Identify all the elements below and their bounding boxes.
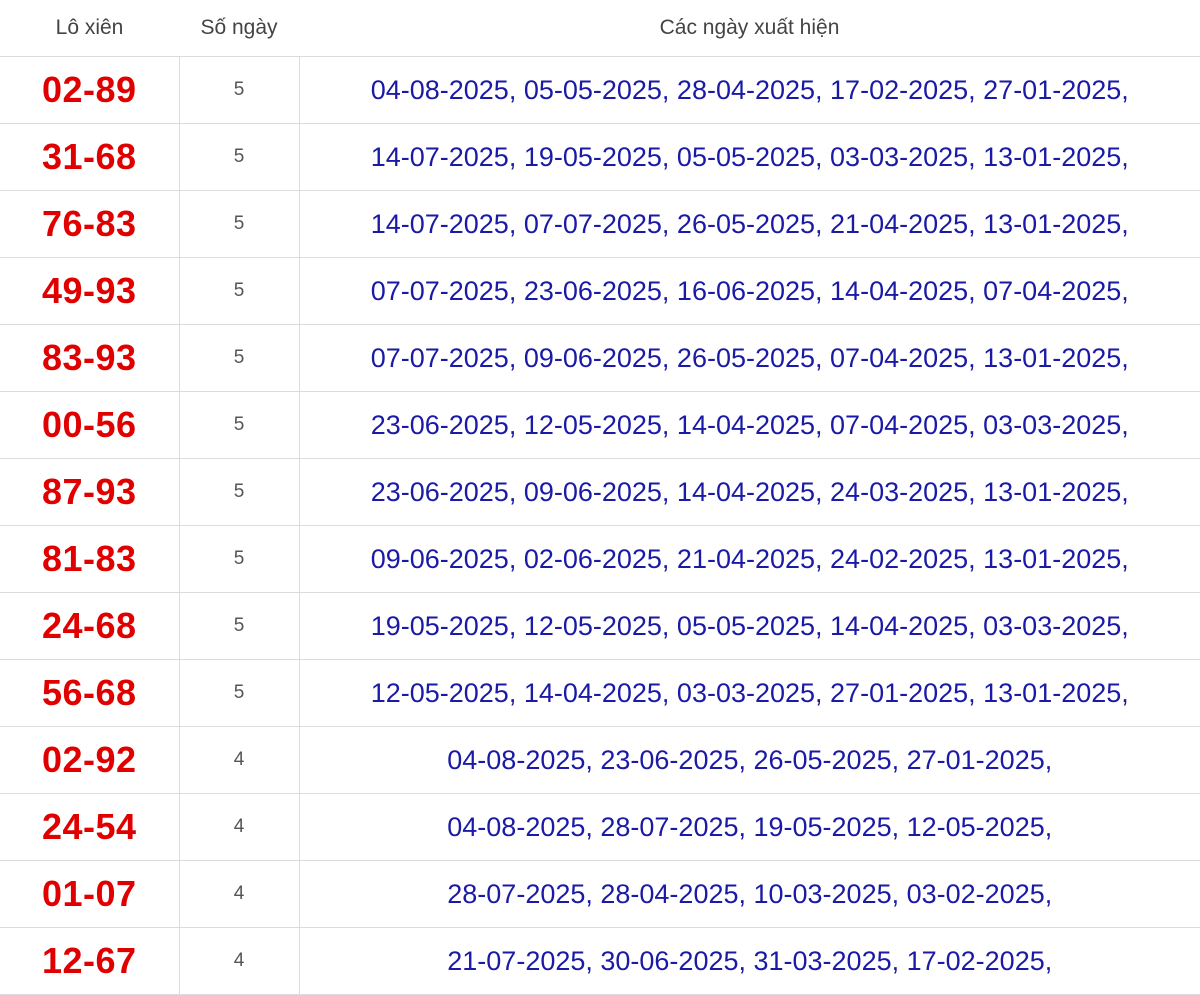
table-row: 24-68 5 19-05-2025, 12-05-2025, 05-05-2025…: [0, 592, 1200, 660]
count-cell: 5: [178, 525, 299, 593]
dates-cell: 04-08-2025, 05-05-2025, 28-04-2025, 17-0…: [298, 56, 1200, 124]
count-cell: 4: [178, 860, 299, 928]
dates-cell: 14-07-2025, 19-05-2025, 05-05-2025, 03-0…: [298, 123, 1200, 191]
pair-cell: 01-07: [0, 860, 179, 928]
header-pair: Lô xiên: [0, 0, 179, 57]
pair-cell: 02-89: [0, 56, 179, 124]
table-row: 87-93 5 23-06-2025, 09-06-2025, 14-04-2025…: [0, 458, 1200, 526]
table-row: 01-07 4 28-07-2025, 28-04-2025, 10-03-2025…: [0, 860, 1200, 928]
dates-cell: 14-07-2025, 07-07-2025, 26-05-2025, 21-0…: [298, 190, 1200, 258]
dates-cell: 23-06-2025, 12-05-2025, 14-04-2025, 07-0…: [298, 391, 1200, 459]
dates-cell: 23-06-2025, 09-06-2025, 14-04-2025, 24-0…: [298, 458, 1200, 526]
dates-cell: 07-07-2025, 23-06-2025, 16-06-2025, 14-0…: [298, 257, 1200, 325]
count-cell: 5: [178, 324, 299, 392]
count-cell: 5: [178, 592, 299, 660]
count-cell: 5: [178, 659, 299, 727]
count-cell: 4: [178, 793, 299, 861]
table-row: 24-54 4 04-08-2025, 28-07-2025, 19-05-2025…: [0, 793, 1200, 861]
table-row: 12-67 4 21-07-2025, 30-06-2025, 31-03-2025…: [0, 927, 1200, 995]
table-body: 02-89 5 04-08-2025, 05-05-2025, 28-04-2025…: [0, 56, 1200, 995]
dates-cell: 07-07-2025, 09-06-2025, 26-05-2025, 07-0…: [298, 324, 1200, 392]
pair-cell: 49-93: [0, 257, 179, 325]
count-cell: 4: [178, 726, 299, 794]
lo-xien-table: Lô xiên Số ngày Các ngày xuất hiện 02-89…: [0, 0, 1200, 995]
dates-cell: 21-07-2025, 30-06-2025, 31-03-2025, 17-0…: [298, 927, 1200, 995]
dates-cell: 04-08-2025, 23-06-2025, 26-05-2025, 27-0…: [298, 726, 1200, 794]
dates-cell: 12-05-2025, 14-04-2025, 03-03-2025, 27-0…: [298, 659, 1200, 727]
table-row: 31-68 5 14-07-2025, 19-05-2025, 05-05-2025…: [0, 123, 1200, 191]
table-row: 56-68 5 12-05-2025, 14-04-2025, 03-03-2025…: [0, 659, 1200, 727]
pair-cell: 31-68: [0, 123, 179, 191]
count-cell: 5: [178, 458, 299, 526]
header-row: Lô xiên Số ngày Các ngày xuất hiện: [0, 0, 1200, 57]
count-cell: 5: [178, 257, 299, 325]
table-row: 00-56 5 23-06-2025, 12-05-2025, 14-04-2025…: [0, 391, 1200, 459]
pair-cell: 81-83: [0, 525, 179, 593]
count-cell: 5: [178, 56, 299, 124]
dates-cell: 04-08-2025, 28-07-2025, 19-05-2025, 12-0…: [298, 793, 1200, 861]
table-row: 02-89 5 04-08-2025, 05-05-2025, 28-04-2025…: [0, 56, 1200, 124]
count-cell: 5: [178, 190, 299, 258]
pair-cell: 83-93: [0, 324, 179, 392]
table-row: 49-93 5 07-07-2025, 23-06-2025, 16-06-2025…: [0, 257, 1200, 325]
dates-cell: 28-07-2025, 28-04-2025, 10-03-2025, 03-0…: [298, 860, 1200, 928]
header-dates: Các ngày xuất hiện: [299, 0, 1200, 57]
header-count: Số ngày: [179, 0, 299, 57]
table-header: Lô xiên Số ngày Các ngày xuất hiện: [0, 0, 1200, 57]
count-cell: 5: [178, 391, 299, 459]
pair-cell: 76-83: [0, 190, 179, 258]
count-cell: 5: [178, 123, 299, 191]
pair-cell: 24-68: [0, 592, 179, 660]
dates-cell: 09-06-2025, 02-06-2025, 21-04-2025, 24-0…: [298, 525, 1200, 593]
pair-cell: 56-68: [0, 659, 179, 727]
pair-cell: 87-93: [0, 458, 179, 526]
pair-cell: 00-56: [0, 391, 179, 459]
table-row: 02-92 4 04-08-2025, 23-06-2025, 26-05-2025…: [0, 726, 1200, 794]
count-cell: 4: [178, 927, 299, 995]
pair-cell: 24-54: [0, 793, 179, 861]
table-row: 83-93 5 07-07-2025, 09-06-2025, 26-05-2025…: [0, 324, 1200, 392]
pair-cell: 12-67: [0, 927, 179, 995]
table-row: 81-83 5 09-06-2025, 02-06-2025, 21-04-2025…: [0, 525, 1200, 593]
table-row: 76-83 5 14-07-2025, 07-07-2025, 26-05-2025…: [0, 190, 1200, 258]
dates-cell: 19-05-2025, 12-05-2025, 05-05-2025, 14-0…: [298, 592, 1200, 660]
pair-cell: 02-92: [0, 726, 179, 794]
